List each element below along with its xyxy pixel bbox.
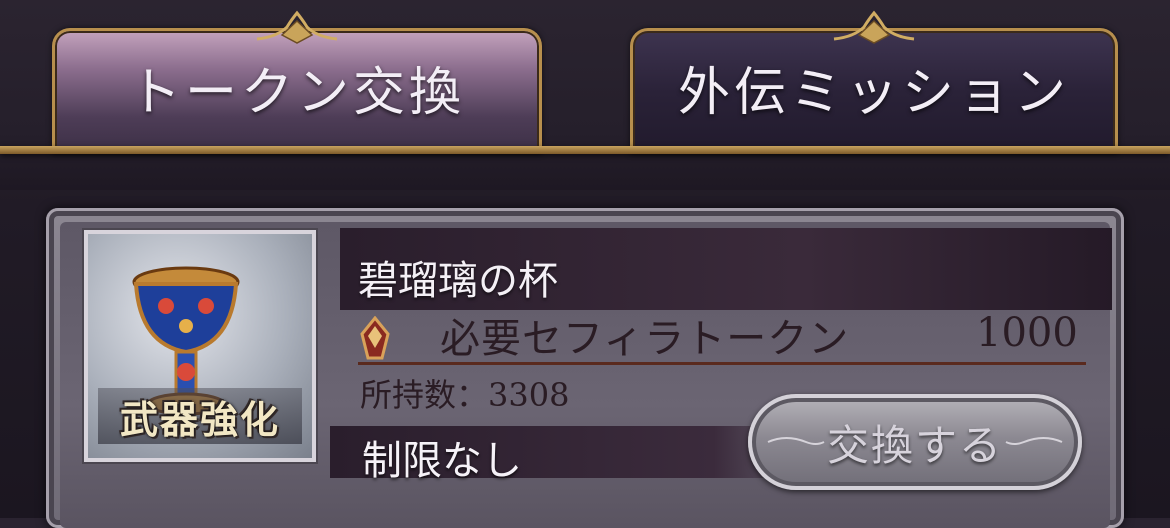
- exchange-button[interactable]: 交換する: [748, 394, 1082, 490]
- tab-label: トークン交換: [128, 63, 465, 123]
- flourish-left-icon: [767, 437, 825, 445]
- required-token-label: 必要セフィラトークン: [440, 316, 850, 362]
- ornament-icon: [833, 10, 915, 44]
- sephira-token-icon: [360, 316, 390, 360]
- requirement-divider: [358, 362, 1086, 365]
- tab-side-story-missions[interactable]: 外伝ミッション: [630, 10, 1118, 154]
- item-thumbnail[interactable]: 武器強化: [84, 230, 316, 462]
- tab-divider: [0, 146, 1170, 154]
- flourish-right-icon: [1005, 437, 1063, 445]
- ornament-icon: [256, 10, 338, 44]
- item-category-badge: 武器強化: [98, 388, 302, 444]
- exchange-button-label: 交換する: [826, 420, 1003, 470]
- exchange-limit: 制限なし: [362, 438, 522, 484]
- item-name: 碧瑠璃の杯: [358, 258, 558, 304]
- owned-count: 所持数：3308: [360, 376, 570, 414]
- tab-token-exchange[interactable]: トークン交換: [52, 10, 542, 154]
- tab-label: 外伝ミッション: [677, 63, 1070, 123]
- required-token-count: 1000: [976, 310, 1078, 356]
